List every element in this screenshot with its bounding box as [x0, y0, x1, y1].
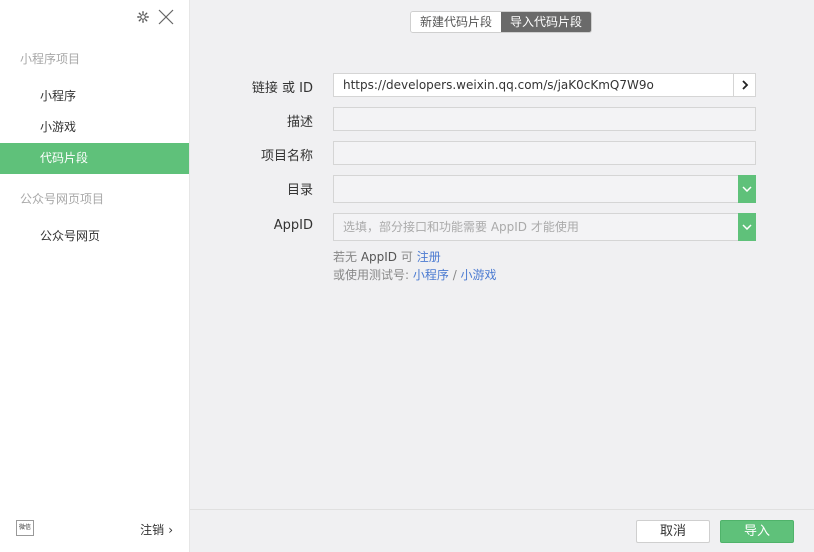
appid-label: AppID	[273, 218, 313, 233]
chevron-right-icon	[741, 80, 748, 90]
avatar[interactable]: 微信	[16, 520, 34, 536]
hint-separator: /	[448, 268, 461, 282]
window-controls	[137, 8, 175, 26]
sidebar-bottom-bar: 微信 注销 ›	[0, 508, 189, 552]
description-field[interactable]	[333, 107, 756, 131]
appid-register-hint: 若无 AppID 可 注册	[333, 248, 441, 265]
mode-tabs: 新建代码片段 导入代码片段	[410, 11, 593, 33]
link-field[interactable]: https://developers.weixin.qq.com/s/jaK0c…	[333, 73, 756, 97]
tab-new-snippet[interactable]: 新建代码片段	[411, 12, 502, 32]
sidebar-item-official-account-web[interactable]: 公众号网页	[0, 221, 189, 252]
tab-import-snippet[interactable]: 导入代码片段	[501, 12, 592, 32]
hint-appid-text: AppID	[360, 250, 398, 264]
close-icon[interactable]	[157, 8, 175, 26]
cancel-button[interactable]: 取消	[636, 520, 710, 543]
directory-label: 目录	[286, 183, 313, 198]
gear-icon[interactable]	[137, 11, 149, 23]
logout-button[interactable]: 注销 ›	[140, 521, 173, 538]
logout-label: 注销	[140, 523, 165, 537]
chevron-right-icon: ›	[168, 523, 173, 537]
register-link[interactable]: 注册	[417, 250, 441, 264]
project-name-field[interactable]	[333, 141, 756, 165]
directory-field[interactable]	[333, 175, 756, 203]
sidebar: 小程序项目 小程序 小游戏 代码片段 公众号网页项目 公众号网页 微信 注销 ›	[0, 0, 190, 552]
link-value: https://developers.weixin.qq.com/s/jaK0c…	[343, 78, 654, 92]
project-name-label: 项目名称	[260, 149, 313, 164]
test-miniprogram-link[interactable]: 小程序	[413, 268, 449, 282]
sidebar-item-miniprogram[interactable]: 小程序	[0, 81, 189, 112]
directory-dropdown-button[interactable]	[738, 175, 756, 203]
appid-field[interactable]: 选填，部分接口和功能需要 AppID 才能使用	[333, 213, 756, 241]
section-title-official-account: 公众号网页项目	[20, 192, 105, 206]
footer-divider	[190, 509, 814, 510]
section-title-miniprogram: 小程序项目	[20, 52, 81, 66]
link-label: 链接 或 ID	[251, 81, 313, 96]
hint-text: 若无	[333, 250, 361, 264]
sidebar-item-minigame[interactable]: 小游戏	[0, 112, 189, 143]
chevron-down-icon	[742, 186, 752, 192]
chevron-down-icon	[742, 224, 752, 230]
test-account-hint: 或使用测试号: 小程序 / 小游戏	[333, 266, 497, 283]
hint-text: 或使用测试号:	[333, 268, 413, 282]
description-label: 描述	[286, 115, 313, 130]
appid-dropdown-button[interactable]	[738, 213, 756, 241]
appid-placeholder: 选填，部分接口和功能需要 AppID 才能使用	[343, 220, 579, 234]
hint-text: 可	[397, 250, 417, 264]
link-go-button[interactable]	[733, 74, 755, 96]
sidebar-item-code-snippet[interactable]: 代码片段	[0, 143, 189, 174]
test-minigame-link[interactable]: 小游戏	[461, 268, 497, 282]
import-button[interactable]: 导入	[720, 520, 794, 543]
